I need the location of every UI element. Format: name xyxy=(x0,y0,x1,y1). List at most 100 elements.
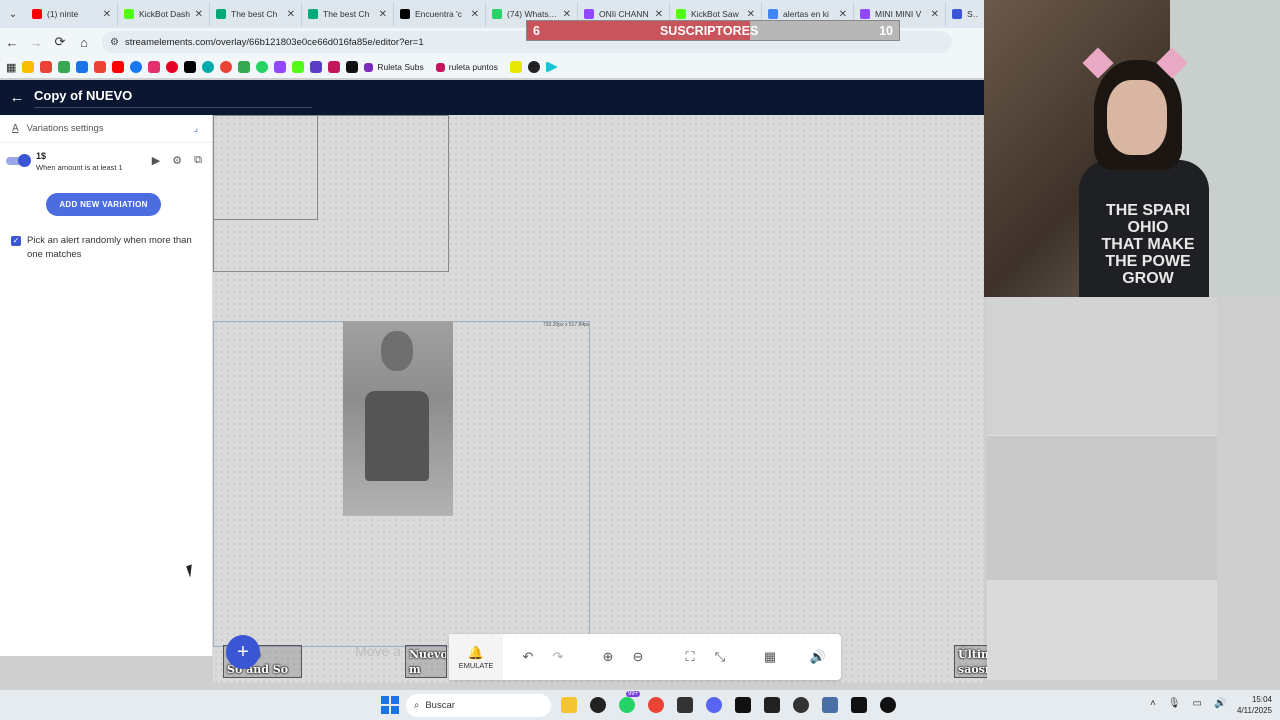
emulate-button[interactable]: 🔔 EMULATE xyxy=(449,634,503,680)
undo-icon[interactable]: ↶ xyxy=(513,649,543,665)
tiktok-icon[interactable] xyxy=(184,61,197,73)
site-info-icon[interactable]: ⚙ xyxy=(110,37,119,48)
microphone-icon[interactable]: 🎙 xyxy=(1168,698,1181,709)
taskbar-search[interactable]: ⌕ Buscar xyxy=(406,694,551,717)
chatgpt-icon[interactable] xyxy=(590,697,606,713)
bookmark-icon[interactable] xyxy=(310,61,323,73)
obs-icon[interactable] xyxy=(793,697,809,713)
back-icon[interactable]: ← xyxy=(0,35,24,50)
search-icon: ⌕ xyxy=(414,700,420,711)
forward-icon[interactable]: → xyxy=(24,35,48,50)
apps-icon[interactable]: ▦ xyxy=(6,61,16,74)
copy-icon[interactable]: ⧉ xyxy=(194,154,202,167)
tab-search-icon[interactable]: ⌄ xyxy=(0,0,26,28)
close-icon[interactable]: ✕ xyxy=(471,9,479,20)
add-variation-button[interactable]: ADD NEW VARIATION xyxy=(46,193,161,216)
drive-icon[interactable] xyxy=(22,61,35,73)
play-icon[interactable] xyxy=(545,61,558,73)
bookmark-ruleta-puntos[interactable]: ruleta puntos xyxy=(435,62,498,72)
settings-icon[interactable] xyxy=(822,697,838,713)
widget-frame[interactable] xyxy=(213,115,449,272)
close-icon[interactable]: ✕ xyxy=(747,9,755,20)
variation-row[interactable]: 1$ When amount is at least 1 ▶ ⚙ ⧉ xyxy=(0,143,212,179)
close-icon[interactable]: ✕ xyxy=(287,9,295,20)
grid-icon[interactable]: ▦ xyxy=(755,649,785,665)
app-icon[interactable] xyxy=(764,697,780,713)
media-player-icon[interactable] xyxy=(880,697,896,713)
chrome-icon[interactable] xyxy=(220,61,233,73)
close-icon[interactable]: ✕ xyxy=(103,9,111,20)
instagram-icon[interactable] xyxy=(148,61,161,73)
network-icon[interactable]: ▭ xyxy=(1193,698,1202,709)
editor-canvas[interactable]: 733.20px x 517.84px Move a o sub So and … xyxy=(213,115,1035,683)
facebook-icon[interactable] xyxy=(130,61,143,73)
close-icon[interactable]: ✕ xyxy=(195,9,203,20)
bookmark-icon[interactable] xyxy=(58,61,71,73)
tab-title: (74) WhatsAp xyxy=(507,9,559,19)
variation-toggle[interactable] xyxy=(6,154,31,167)
pick-random-checkbox[interactable]: ✓ xyxy=(11,236,21,246)
bookmark-icon[interactable] xyxy=(94,61,107,73)
add-widget-button[interactable]: + xyxy=(226,635,260,669)
browser-tab[interactable]: Encuentra 'c ✕ xyxy=(394,2,486,26)
discord-icon[interactable] xyxy=(706,697,722,713)
maps-icon[interactable] xyxy=(238,61,251,73)
close-icon[interactable]: ✕ xyxy=(839,9,847,20)
bookmark-icon[interactable] xyxy=(527,61,540,73)
browser-tab[interactable]: The best Ch ✕ xyxy=(302,2,394,26)
browser-tab[interactable]: KickBot Dash ✕ xyxy=(118,2,210,26)
bookmark-icon[interactable] xyxy=(328,61,341,73)
tab-favicon-icon xyxy=(492,9,502,19)
close-icon[interactable]: ✕ xyxy=(379,9,387,20)
gear-icon[interactable]: ⚙ xyxy=(172,154,182,167)
editor-header: ← Copy of NUEVO xyxy=(0,80,984,115)
close-icon[interactable]: ✕ xyxy=(563,9,571,20)
chrome-icon[interactable] xyxy=(648,697,664,713)
volume-icon[interactable]: 🔊 xyxy=(1214,698,1226,709)
bookmark-icon[interactable] xyxy=(509,61,522,73)
home-icon[interactable]: ⌂ xyxy=(72,35,96,50)
redo-icon[interactable]: ↷ xyxy=(543,649,573,665)
bookmark-icon[interactable] xyxy=(76,61,89,73)
notion-icon[interactable] xyxy=(851,697,867,713)
bookmark-ruleta-subs[interactable]: Ruleta Subs xyxy=(364,62,424,72)
browser-tab[interactable]: The best Ch ✕ xyxy=(210,2,302,26)
windows-taskbar: ⌕ Buscar 99+ ˄ 🎙 ▭ 🔊 15:04 4/11/2025 xyxy=(0,689,1280,720)
notion-icon[interactable] xyxy=(735,697,751,713)
canvas-label[interactable]: Nuevo m xyxy=(405,645,447,678)
fit-screen-icon[interactable]: ⤡ xyxy=(705,649,735,665)
clock[interactable]: 15:04 4/11/2025 xyxy=(1230,694,1272,716)
collapse-icon[interactable]: ⌟ xyxy=(194,123,198,134)
chevron-up-icon[interactable]: ˄ xyxy=(1150,698,1156,709)
kick-icon[interactable] xyxy=(292,61,305,73)
whatsapp-icon[interactable] xyxy=(256,61,269,73)
pinterest-icon[interactable] xyxy=(166,61,179,73)
overlay-panel xyxy=(987,580,1217,680)
bookmark-icon[interactable] xyxy=(346,61,359,73)
reload-icon[interactable]: ⟳ xyxy=(48,34,72,50)
zoom-in-icon[interactable]: ⊕ xyxy=(593,649,623,665)
alert-media-preview[interactable] xyxy=(343,321,453,516)
toggle-knob xyxy=(18,154,31,167)
whatsapp-icon[interactable] xyxy=(619,697,635,713)
fullscreen-icon[interactable]: ⛶ xyxy=(675,649,705,665)
webcam-person: THE SPARI OHIO THAT MAKE THE POWE GROW xyxy=(1079,47,1209,297)
app-icon[interactable] xyxy=(677,697,693,713)
play-icon[interactable]: ▶ xyxy=(152,154,160,167)
file-explorer-icon[interactable] xyxy=(561,697,577,713)
back-arrow-icon[interactable]: ← xyxy=(0,89,34,106)
bookmark-icon[interactable] xyxy=(202,61,215,73)
twitch-icon[interactable] xyxy=(274,61,287,73)
close-icon[interactable]: ✕ xyxy=(655,9,663,20)
zoom-out-icon[interactable]: ⊖ xyxy=(623,649,653,665)
volume-icon[interactable]: 🔊 xyxy=(803,649,833,665)
overlay-title[interactable]: Copy of NUEVO xyxy=(34,88,312,108)
browser-tab[interactable]: (1) ninte ✕ xyxy=(26,2,118,26)
browser-tab[interactable]: Stre xyxy=(946,2,986,26)
pick-random-option[interactable]: ✓ Pick an alert randomly when more than … xyxy=(11,234,201,262)
gmail-icon[interactable] xyxy=(40,61,53,73)
youtube-icon[interactable] xyxy=(112,61,125,73)
windows-start-icon[interactable] xyxy=(381,696,399,714)
system-tray: ˄ 🎙 ▭ 🔊 xyxy=(1150,698,1226,709)
close-icon[interactable]: ✕ xyxy=(931,9,939,20)
